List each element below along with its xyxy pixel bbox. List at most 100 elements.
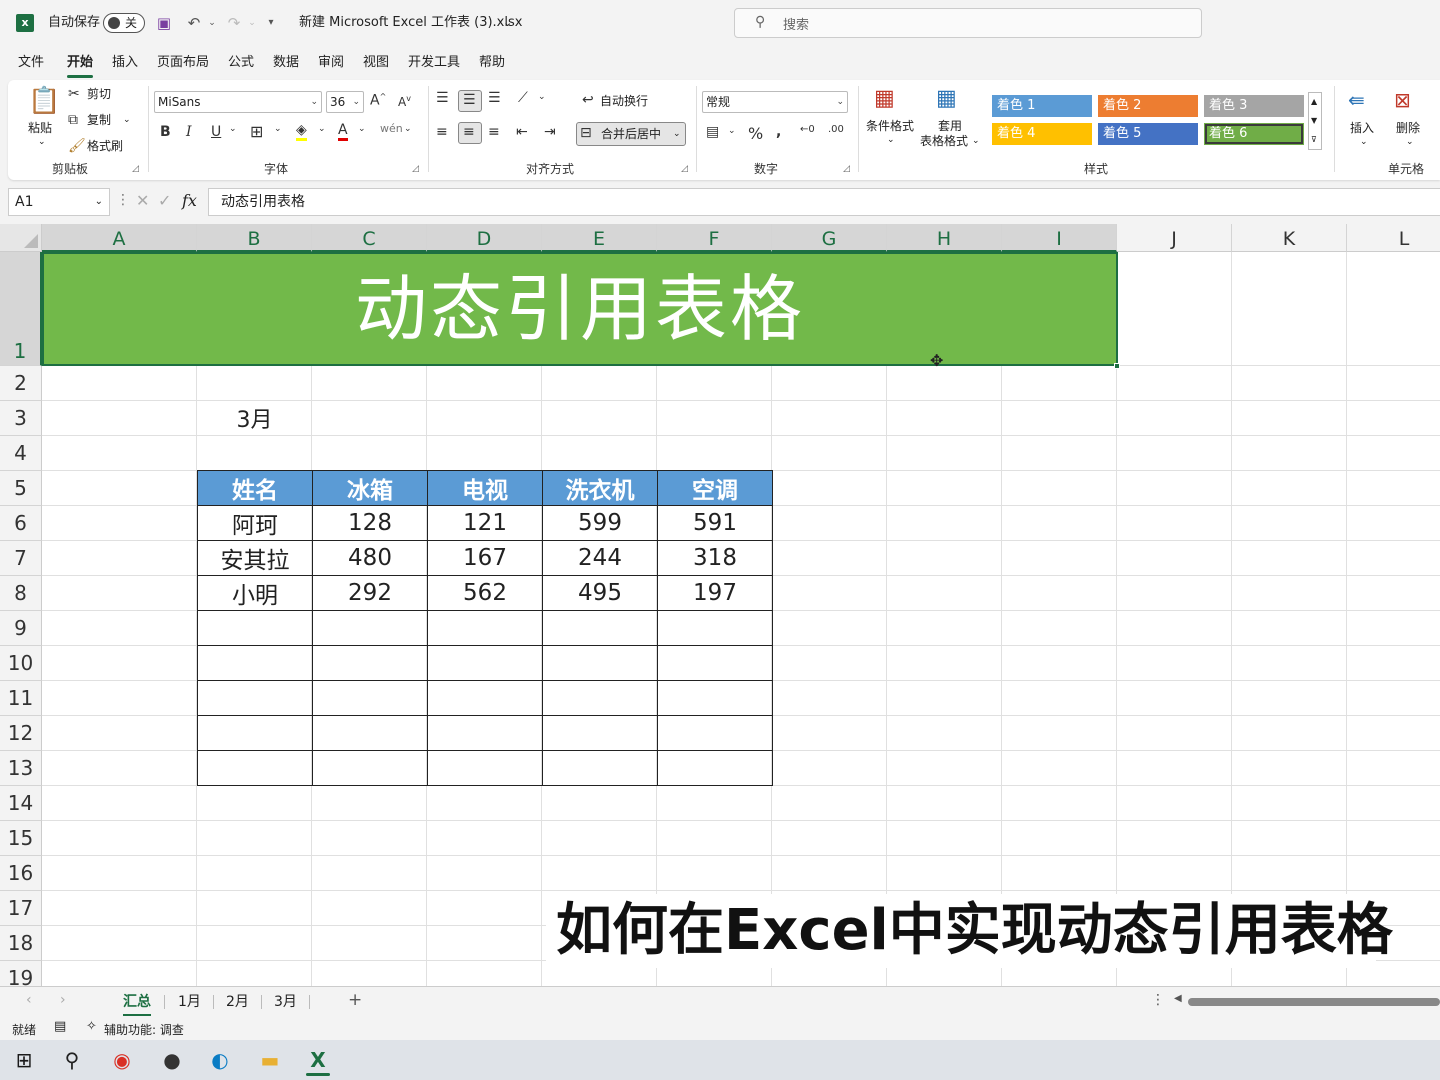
table-cell[interactable] (313, 611, 428, 646)
table-cell[interactable] (658, 646, 773, 681)
underline-dropdown-icon[interactable]: ⌄ (229, 124, 237, 134)
column-header-h[interactable]: H (887, 224, 1002, 252)
phonetic-icon[interactable]: wén (380, 122, 403, 135)
table-cell[interactable]: 562 (428, 576, 543, 611)
edge-icon[interactable]: ◐ (200, 1044, 240, 1076)
confirm-entry-icon[interactable]: ✓ (158, 191, 171, 210)
paste-dropdown-icon[interactable]: ⌄ (38, 134, 46, 150)
delete-dropdown-icon[interactable]: ⌄ (1406, 134, 1414, 150)
row-header-3[interactable]: 3 (0, 401, 42, 436)
percent-icon[interactable]: % (748, 124, 763, 143)
file-title-chevron-icon[interactable]: ⌄ (503, 12, 512, 34)
row-header-10[interactable]: 10 (0, 646, 42, 681)
macro-record-icon[interactable]: ▤ (54, 1019, 66, 1034)
table-cell[interactable] (198, 611, 313, 646)
cell-style-accent-2[interactable]: 着色 2 (1098, 95, 1198, 117)
number-launcher-icon[interactable]: ◿ (843, 164, 850, 174)
sheet-tab-mar[interactable]: 3月 (274, 991, 297, 1013)
column-header-j[interactable]: J (1117, 224, 1232, 252)
font-name-combo[interactable]: MiSans ⌄ (154, 91, 322, 113)
row-header-15[interactable]: 15 (0, 821, 42, 856)
table-format-label-2[interactable]: 表格格式 (920, 133, 968, 149)
delete-cells-icon[interactable]: ⊠ (1394, 88, 1411, 112)
clipboard-launcher-icon[interactable]: ◿ (132, 164, 139, 174)
table-cell[interactable] (428, 716, 543, 751)
worksheet-grid[interactable]: ABCDEFGHIJKL 123456789101112131415161718… (0, 224, 1440, 986)
table-cell[interactable] (198, 646, 313, 681)
save-icon[interactable]: ▣ (154, 13, 174, 33)
table-cell[interactable]: 安其拉 (198, 541, 313, 576)
font-color-dropdown-icon[interactable]: ⌄ (358, 124, 366, 134)
styles-gallery-scroller[interactable]: ▲ ▼ ⊽ (1308, 92, 1322, 150)
tab-review[interactable]: 审阅 (318, 54, 344, 72)
cell-style-accent-4[interactable]: 着色 4 (992, 123, 1092, 145)
search-box[interactable]: ⚲ 搜索 (734, 8, 1202, 38)
redo-dropdown-icon[interactable]: ⌄ (242, 13, 262, 33)
tab-splitter-icon[interactable]: ⋮ (1151, 992, 1165, 1008)
table-cell[interactable]: 167 (428, 541, 543, 576)
table-cell[interactable]: 292 (313, 576, 428, 611)
column-header-f[interactable]: F (657, 224, 772, 252)
copy-dropdown-icon[interactable]: ⌄ (123, 112, 131, 128)
align-left-icon[interactable]: ≡ (436, 124, 448, 140)
alignment-launcher-icon[interactable]: ◿ (681, 164, 688, 174)
accounting-icon[interactable]: ▤ (706, 124, 719, 140)
table-cell[interactable] (543, 611, 658, 646)
cell-style-accent-3[interactable]: 着色 3 (1204, 95, 1304, 117)
copy-button[interactable]: 复制 (87, 112, 111, 128)
table-cell[interactable] (313, 681, 428, 716)
row-header-11[interactable]: 11 (0, 681, 42, 716)
gallery-down-icon[interactable]: ▼ (1311, 113, 1317, 129)
align-top-icon[interactable]: ☰ (436, 90, 449, 106)
customize-qat-icon[interactable]: ▾ (261, 13, 281, 33)
row-header-16[interactable]: 16 (0, 856, 42, 891)
comma-style-icon[interactable]: , (776, 124, 781, 140)
table-header-cell[interactable]: 姓名 (198, 471, 313, 506)
undo-icon[interactable]: ↶ (184, 13, 204, 33)
table-cell[interactable]: 小明 (198, 576, 313, 611)
column-header-k[interactable]: K (1232, 224, 1347, 252)
font-launcher-icon[interactable]: ◿ (412, 164, 419, 174)
tab-data[interactable]: 数据 (273, 54, 299, 72)
column-header-e[interactable]: E (542, 224, 657, 252)
taskbar-search-icon[interactable]: ⚲ (52, 1044, 92, 1076)
table-cell[interactable] (313, 751, 428, 786)
borders-dropdown-icon[interactable]: ⌄ (274, 124, 282, 134)
number-format-combo[interactable]: 常规 ⌄ (702, 91, 848, 113)
table-format-label-1[interactable]: 套用 (938, 118, 962, 134)
windows-start-icon[interactable]: ⊞ (4, 1044, 44, 1076)
orientation-icon[interactable]: ⟋ (518, 90, 528, 106)
row-header-18[interactable]: 18 (0, 926, 42, 961)
font-size-combo[interactable]: 36 ⌄ (326, 91, 364, 113)
table-cell[interactable]: 244 (543, 541, 658, 576)
table-cell[interactable]: 197 (658, 576, 773, 611)
app-icon[interactable]: ● (152, 1044, 192, 1076)
row-header-8[interactable]: 8 (0, 576, 42, 611)
table-cell[interactable]: 480 (313, 541, 428, 576)
tab-view[interactable]: 视图 (363, 54, 389, 72)
add-sheet-icon[interactable]: + (348, 990, 362, 1010)
align-bottom-icon[interactable]: ☰ (488, 90, 501, 106)
table-cell[interactable] (543, 716, 658, 751)
increase-font-icon[interactable]: A^ (370, 92, 386, 109)
tab-file[interactable]: 文件 (18, 54, 44, 72)
sheet-tab-jan[interactable]: 1月 (178, 991, 201, 1013)
formula-bar-grip-icon[interactable]: ⋮ (116, 192, 130, 208)
table-cell[interactable] (428, 681, 543, 716)
sheet-tab-summary[interactable]: 汇总 (123, 991, 151, 1013)
row-header-19[interactable]: 19 (0, 961, 42, 986)
align-center-button[interactable]: ≡ (458, 122, 482, 144)
decrease-font-icon[interactable]: Av (398, 94, 411, 109)
row-header-5[interactable]: 5 (0, 471, 42, 506)
fill-handle[interactable] (1114, 363, 1120, 369)
table-cell[interactable] (543, 751, 658, 786)
gallery-more-icon[interactable]: ⊽ (1311, 132, 1317, 148)
table-header-cell[interactable]: 冰箱 (313, 471, 428, 506)
column-header-l[interactable]: L (1347, 224, 1440, 252)
tab-formulas[interactable]: 公式 (228, 54, 254, 72)
table-cell[interactable]: 599 (543, 506, 658, 541)
accessibility-status[interactable]: 辅助功能: 调查 (104, 1021, 184, 1038)
table-cell[interactable]: 591 (658, 506, 773, 541)
table-cell[interactable] (658, 611, 773, 646)
column-header-a[interactable]: A (42, 224, 197, 252)
